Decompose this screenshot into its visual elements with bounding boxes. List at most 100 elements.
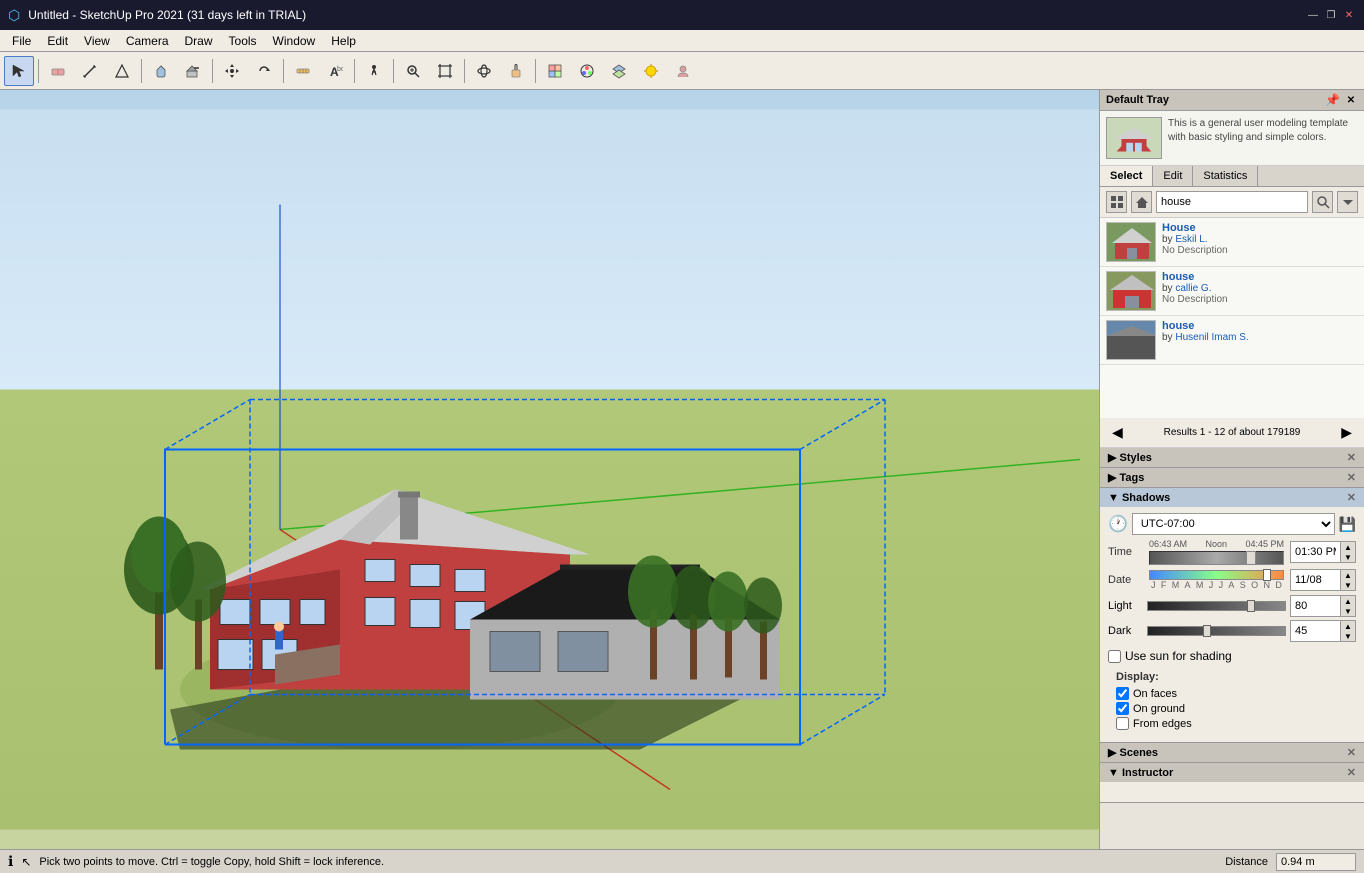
grid-view-button[interactable] xyxy=(1106,191,1127,213)
shadows-panel: ▼ Shadows ✕ 🕐 UTC-07:00 💾 Time xyxy=(1100,488,1364,743)
walk-tool-button[interactable] xyxy=(359,56,389,86)
time-value-input[interactable] xyxy=(1291,542,1341,562)
menu-view[interactable]: View xyxy=(76,32,118,50)
on-faces-checkbox[interactable] xyxy=(1116,687,1129,700)
tray-controls[interactable]: 📌 ✕ xyxy=(1325,93,1358,107)
result-title-3[interactable]: house xyxy=(1162,320,1249,332)
menu-camera[interactable]: Camera xyxy=(118,32,177,50)
dark-value-input[interactable] xyxy=(1291,621,1341,641)
date-value-input[interactable] xyxy=(1291,570,1341,590)
menu-help[interactable]: Help xyxy=(323,32,364,50)
result-title-1[interactable]: House xyxy=(1162,222,1228,234)
light-spin-down[interactable]: ▼ xyxy=(1341,606,1355,616)
use-sun-label[interactable]: Use sun for shading xyxy=(1125,649,1232,663)
result-author-1[interactable]: Eskil L. xyxy=(1175,234,1207,245)
eraser-tool-button[interactable] xyxy=(43,56,73,86)
scenes-header[interactable]: ▶ Scenes ✕ xyxy=(1100,743,1364,762)
menu-tools[interactable]: Tools xyxy=(221,32,265,50)
search-nav-button[interactable] xyxy=(1337,191,1358,213)
tape-measure-tool-button[interactable] xyxy=(288,56,318,86)
info-icon[interactable]: ℹ xyxy=(8,853,13,870)
edit-tab[interactable]: Edit xyxy=(1153,166,1193,186)
light-slider-track[interactable] xyxy=(1147,601,1286,611)
on-ground-row: On ground xyxy=(1116,702,1348,715)
layers-tool-button[interactable] xyxy=(604,56,634,86)
time-slider-thumb[interactable] xyxy=(1246,551,1256,565)
menu-file[interactable]: File xyxy=(4,32,39,50)
distance-input[interactable] xyxy=(1276,853,1356,871)
light-spin-up[interactable]: ▲ xyxy=(1341,596,1355,606)
result-author-3[interactable]: Husenil Imam S. xyxy=(1175,332,1248,343)
menu-window[interactable]: Window xyxy=(265,32,324,50)
select-tab[interactable]: Select xyxy=(1100,166,1153,186)
result-item-2[interactable]: house by callie G. No Description xyxy=(1100,267,1364,316)
components-tool-button[interactable] xyxy=(540,56,570,86)
statistics-tab[interactable]: Statistics xyxy=(1193,166,1258,186)
date-slider-thumb[interactable] xyxy=(1263,569,1271,581)
scenes-close-icon[interactable]: ✕ xyxy=(1347,746,1356,759)
text-tool-button[interactable]: Abc xyxy=(320,56,350,86)
home-button[interactable] xyxy=(1131,191,1152,213)
paint-tool-button[interactable] xyxy=(146,56,176,86)
zoom-extents-tool-button[interactable] xyxy=(430,56,460,86)
line-tool-button[interactable] xyxy=(75,56,105,86)
menu-edit[interactable]: Edit xyxy=(39,32,76,50)
result-title-2[interactable]: house xyxy=(1162,271,1228,283)
on-ground-label[interactable]: On ground xyxy=(1133,703,1185,715)
result-author-2[interactable]: callie G. xyxy=(1175,283,1211,294)
pan-tool-button[interactable] xyxy=(501,56,531,86)
dark-spin-up[interactable]: ▲ xyxy=(1341,621,1355,631)
tray-pin-button[interactable]: 📌 xyxy=(1325,93,1340,107)
result-item-1[interactable]: House by Eskil L. No Description xyxy=(1100,218,1364,267)
result-item-3[interactable]: house by Husenil Imam S. xyxy=(1100,316,1364,365)
date-spin-down[interactable]: ▼ xyxy=(1341,580,1355,590)
dark-spin-down[interactable]: ▼ xyxy=(1341,631,1355,641)
menu-draw[interactable]: Draw xyxy=(177,32,221,50)
from-edges-checkbox[interactable] xyxy=(1116,717,1129,730)
zoom-tool-button[interactable] xyxy=(398,56,428,86)
status-text: Pick two points to move. Ctrl = toggle C… xyxy=(39,856,1217,868)
shadows-header[interactable]: ▼ Shadows ✕ xyxy=(1100,488,1364,507)
select-tool-button[interactable] xyxy=(4,56,34,86)
tray-close-button[interactable]: ✕ xyxy=(1344,93,1358,107)
nav-prev-button[interactable]: ◀ xyxy=(1106,422,1129,443)
on-faces-label[interactable]: On faces xyxy=(1133,688,1177,700)
maximize-button[interactable]: ❐ xyxy=(1324,8,1338,22)
styles-header[interactable]: ▶ Styles ✕ xyxy=(1100,448,1364,467)
window-controls[interactable]: — ❐ ✕ xyxy=(1306,8,1356,22)
profile-tool-button[interactable] xyxy=(668,56,698,86)
move-tool-button[interactable] xyxy=(217,56,247,86)
light-slider-thumb[interactable] xyxy=(1247,600,1255,612)
instructor-header[interactable]: ▼ Instructor ✕ xyxy=(1100,763,1364,782)
rotate-tool-button[interactable] xyxy=(249,56,279,86)
timezone-select[interactable]: UTC-07:00 xyxy=(1132,513,1335,535)
dark-slider-thumb[interactable] xyxy=(1203,625,1211,637)
on-ground-checkbox[interactable] xyxy=(1116,702,1129,715)
time-slider-track[interactable] xyxy=(1149,551,1284,565)
dark-slider-track[interactable] xyxy=(1147,626,1286,636)
orbit-tool-button[interactable] xyxy=(469,56,499,86)
minimize-button[interactable]: — xyxy=(1306,8,1320,22)
close-button[interactable]: ✕ xyxy=(1342,8,1356,22)
search-input[interactable] xyxy=(1156,191,1308,213)
viewport[interactable] xyxy=(0,90,1099,849)
tags-close-icon[interactable]: ✕ xyxy=(1347,471,1356,484)
date-spin-up[interactable]: ▲ xyxy=(1341,570,1355,580)
shadows-close-icon[interactable]: ✕ xyxy=(1347,491,1356,504)
tags-header[interactable]: ▶ Tags ✕ xyxy=(1100,468,1364,487)
from-edges-label[interactable]: From edges xyxy=(1133,718,1192,730)
light-value-input[interactable] xyxy=(1291,596,1341,616)
save-timezone-icon[interactable]: 💾 xyxy=(1339,516,1356,533)
push-pull-tool-button[interactable] xyxy=(178,56,208,86)
nav-next-button[interactable]: ▶ xyxy=(1335,422,1358,443)
styles-close-icon[interactable]: ✕ xyxy=(1347,451,1356,464)
shapes-tool-button[interactable] xyxy=(107,56,137,86)
search-button[interactable] xyxy=(1312,191,1333,213)
time-spin-up[interactable]: ▲ xyxy=(1341,542,1355,552)
instructor-close-icon[interactable]: ✕ xyxy=(1347,766,1356,779)
date-slider-track[interactable] xyxy=(1149,570,1284,580)
time-spin-down[interactable]: ▼ xyxy=(1341,552,1355,562)
materials-tool-button[interactable] xyxy=(572,56,602,86)
use-sun-checkbox[interactable] xyxy=(1108,650,1121,663)
shadows-display-button[interactable] xyxy=(636,56,666,86)
